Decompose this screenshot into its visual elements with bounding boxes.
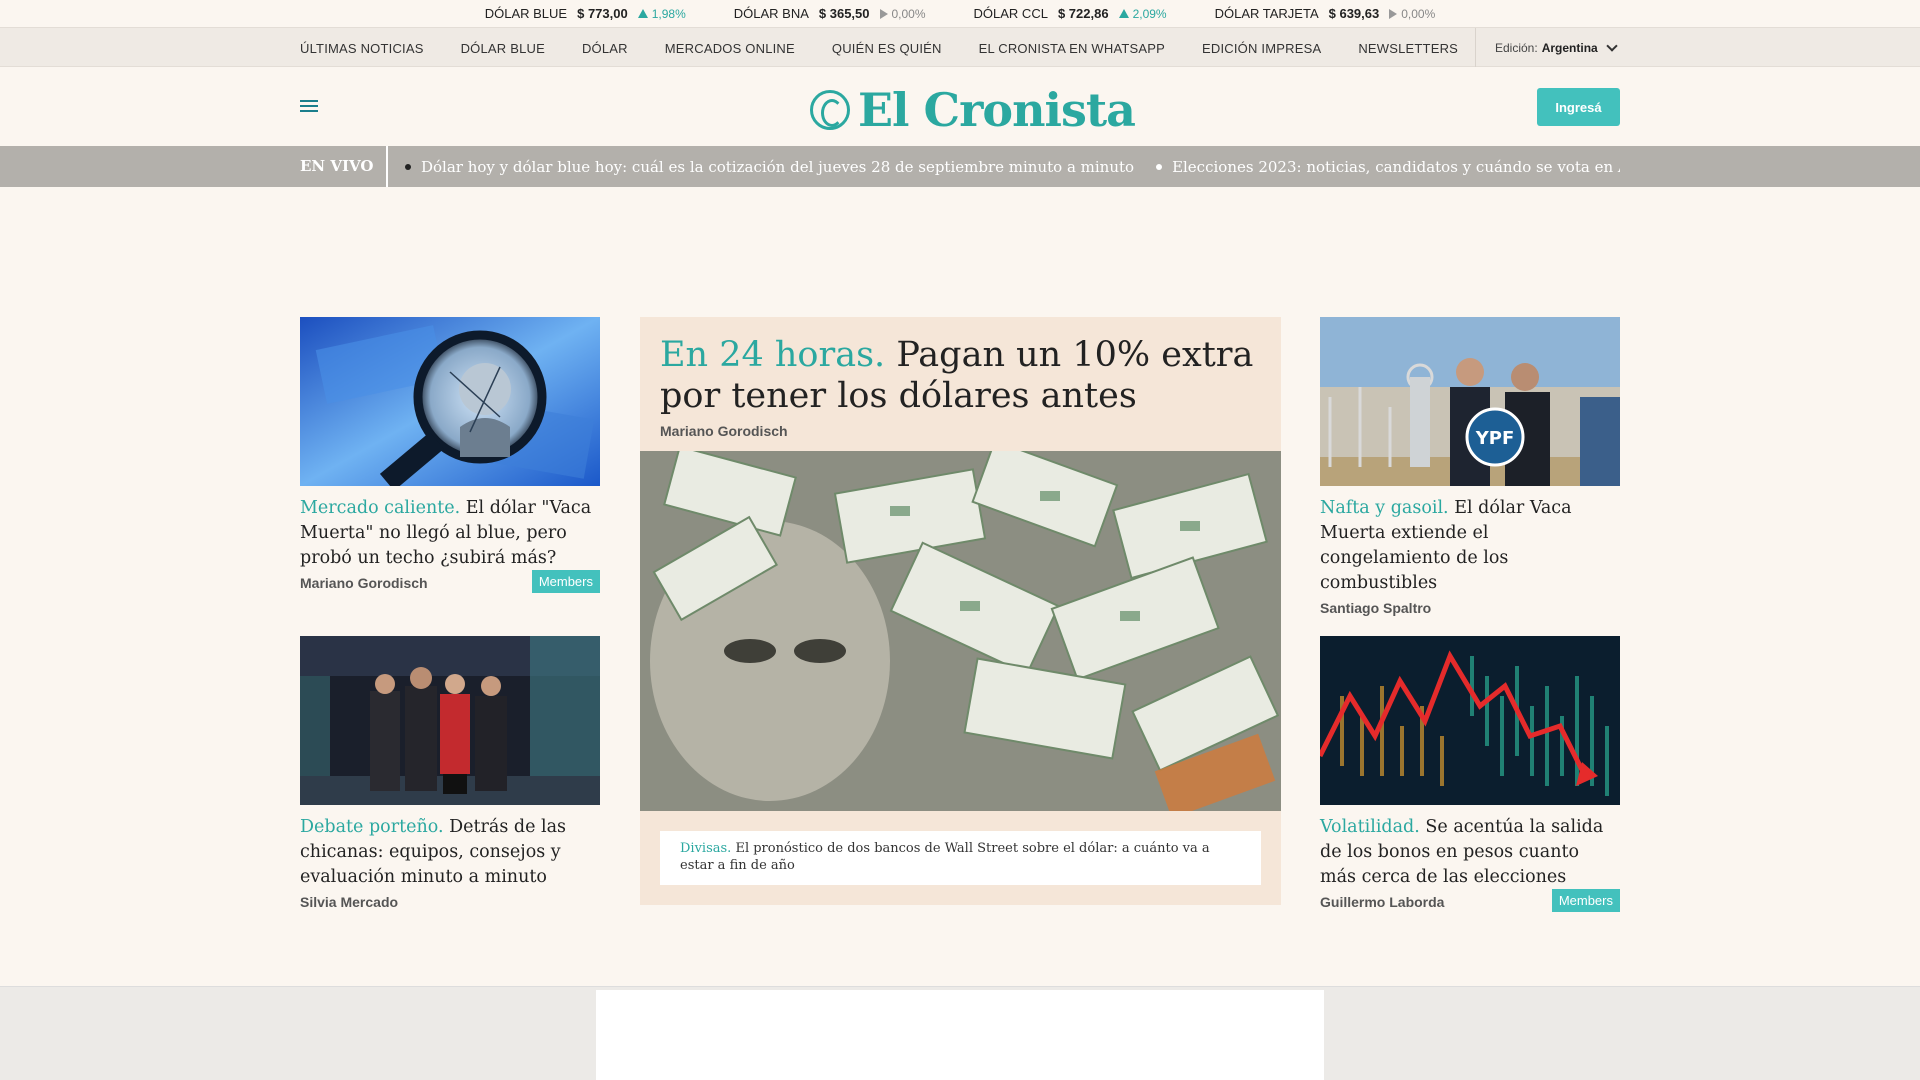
arrow-up-icon [1118, 9, 1129, 18]
ticker-price: $ 365,50 [818, 6, 870, 21]
live-bar: EN VIVO Dólar hoy y dólar blue hoy: cuál… [0, 146, 1920, 187]
live-items: Dólar hoy y dólar blue hoy: cuál es la c… [405, 146, 1620, 187]
nav-item-ultimas-noticias[interactable]: ÚLTIMAS NOTICIAS [300, 41, 424, 56]
featured-image[interactable] [640, 451, 1281, 811]
ticker-item[interactable]: DÓLAR BNA $ 365,50 0,00% [734, 6, 926, 21]
svg-text:YPF: YPF [1475, 428, 1515, 449]
ad-slot [596, 990, 1324, 1080]
ticker-change: 0,00% [879, 7, 926, 21]
nav-item-mercados-online[interactable]: MERCADOS ONLINE [665, 41, 795, 56]
nav-item-edicion-impresa[interactable]: EDICIÓN IMPRESA [1202, 41, 1321, 56]
top-nav: ÚLTIMAS NOTICIAS DÓLAR BLUE DÓLAR MERCAD… [0, 27, 1920, 68]
article-card[interactable]: Debate porteño. Detrás de las chicanas: … [300, 636, 600, 910]
nav-item-whatsapp[interactable]: EL CRONISTA EN WHATSAPP [979, 41, 1165, 56]
edition-selector[interactable]: Edición: Argentina [1495, 28, 1618, 68]
ticker-change: 2,09% [1118, 7, 1167, 21]
featured-article[interactable]: En 24 horas. Pagan un 10% extra por tene… [640, 317, 1281, 905]
article-kicker: Nafta y gasoil. [1320, 498, 1449, 518]
article-kicker: Debate porteño. [300, 817, 444, 837]
article-card[interactable]: Volatilidad. Se acentúa la salida de los… [1320, 636, 1620, 912]
edition-label: Edición: [1495, 41, 1538, 55]
featured-title[interactable]: En 24 horas. Pagan un 10% extra por tene… [640, 317, 1281, 417]
featured-kicker: En 24 horas. [660, 335, 886, 375]
arrow-right-icon [879, 8, 888, 19]
article-image[interactable] [1320, 636, 1620, 805]
site-header: El Cronista Ingresá [0, 67, 1920, 146]
live-item[interactable]: Elecciones 2023: noticias, candidatos y … [1156, 158, 1620, 176]
ticker-change: 0,00% [1389, 7, 1435, 21]
ticker-name: DÓLAR BNA [733, 6, 809, 21]
chevron-down-icon [1606, 40, 1618, 52]
edition-value: Argentina [1541, 41, 1598, 55]
ticker-item[interactable]: DÓLAR CCL $ 722,86 2,09% [974, 6, 1167, 21]
live-divider [386, 146, 388, 187]
related-kicker: Divisas. [680, 841, 732, 856]
nav-divider [1475, 28, 1476, 68]
article-author[interactable]: Silvia Mercado [300, 894, 600, 910]
related-article[interactable]: Divisas. El pronóstico de dos bancos de … [660, 831, 1261, 885]
ticker-change: 1,98% [637, 7, 686, 21]
nav-item-dolar[interactable]: DÓLAR [582, 41, 628, 56]
live-label: EN VIVO [300, 157, 374, 175]
menu-icon[interactable] [300, 100, 318, 114]
article-author[interactable]: Santiago Spaltro [1320, 600, 1620, 616]
login-button[interactable]: Ingresá [1537, 88, 1620, 126]
bullet-icon [1156, 163, 1163, 170]
article-title[interactable]: Nafta y gasoil. El dólar Vaca Muerta ext… [1320, 496, 1620, 596]
arrow-right-icon [1389, 8, 1398, 19]
nav-item-dolar-blue[interactable]: DÓLAR BLUE [461, 41, 545, 56]
main-content: Mercado caliente. El dólar "Vaca Muerta"… [300, 317, 1620, 917]
article-image[interactable]: YPF [1320, 317, 1620, 486]
article-card[interactable]: Mercado caliente. El dólar "Vaca Muerta"… [300, 317, 600, 593]
article-title[interactable]: Volatilidad. Se acentúa la salida de los… [1320, 815, 1620, 890]
ticker-price: $ 773,00 [577, 6, 628, 21]
nav-item-quien-es-quien[interactable]: QUIÉN ES QUIÉN [832, 41, 942, 56]
article-kicker: Mercado caliente. [300, 498, 461, 518]
live-item[interactable]: Dólar hoy y dólar blue hoy: cuál es la c… [405, 158, 1134, 176]
ticker-name: DÓLAR BLUE [484, 6, 568, 21]
nav-item-newsletters[interactable]: NEWSLETTERS [1358, 41, 1458, 56]
article-title[interactable]: Mercado caliente. El dólar "Vaca Muerta"… [300, 496, 600, 571]
logo-mark-icon [810, 90, 850, 130]
featured-author[interactable]: Mariano Gorodisch [640, 417, 1281, 439]
article-title[interactable]: Debate porteño. Detrás de las chicanas: … [300, 815, 600, 890]
ticker-name: DÓLAR CCL [973, 6, 1048, 21]
article-card[interactable]: YPF Nafta y gasoil. El dólar Vaca Muerta… [1320, 317, 1620, 616]
article-image[interactable] [300, 317, 600, 486]
currency-ticker: DÓLAR BLUE $ 773,00 1,98% DÓLAR BNA $ 36… [0, 0, 1920, 27]
arrow-up-icon [637, 9, 648, 18]
article-image[interactable] [300, 636, 600, 805]
members-badge[interactable]: Members [531, 570, 600, 593]
members-badge[interactable]: Members [1551, 889, 1620, 912]
site-logo[interactable]: El Cronista [810, 83, 1136, 137]
ticker-item[interactable]: DÓLAR TARJETA $ 639,63 0,00% [1215, 6, 1436, 21]
ticker-price: $ 639,63 [1328, 6, 1380, 21]
bullet-icon [405, 163, 411, 170]
ticker-price: $ 722,86 [1057, 6, 1109, 21]
ticker-name: DÓLAR TARJETA [1214, 6, 1319, 21]
ticker-item[interactable]: DÓLAR BLUE $ 773,00 1,98% [485, 6, 686, 21]
logo-text: El Cronista [858, 83, 1136, 137]
article-kicker: Volatilidad. [1320, 817, 1420, 837]
